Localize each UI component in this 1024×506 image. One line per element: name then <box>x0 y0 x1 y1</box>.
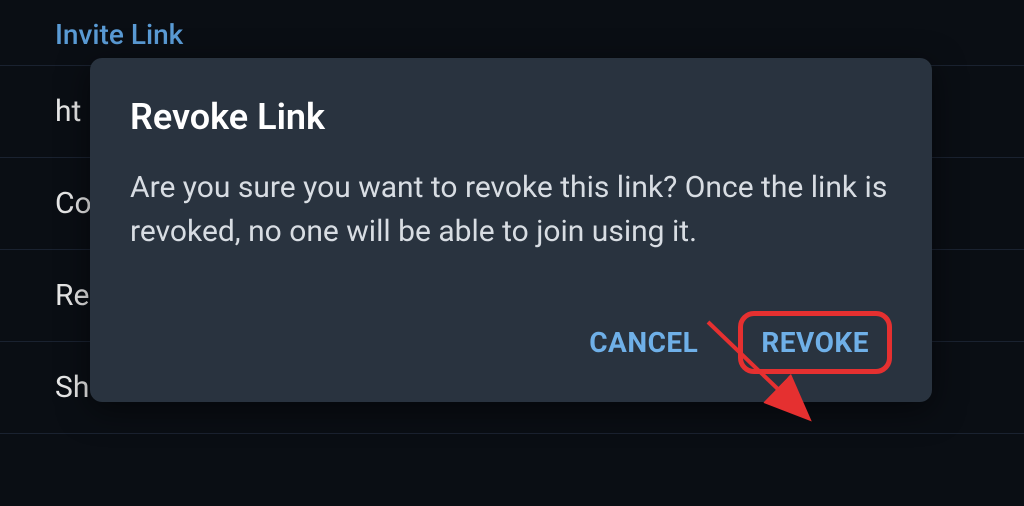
modal-overlay: Revoke Link Are you sure you want to rev… <box>0 0 1024 506</box>
revoke-link-dialog: Revoke Link Are you sure you want to rev… <box>90 58 932 402</box>
cancel-button[interactable]: CANCEL <box>567 312 720 373</box>
dialog-actions: CANCEL REVOKE <box>130 311 892 374</box>
dialog-body-text: Are you sure you want to revoke this lin… <box>130 166 892 253</box>
revoke-button[interactable]: REVOKE <box>738 311 892 374</box>
dialog-title: Revoke Link <box>130 96 892 138</box>
